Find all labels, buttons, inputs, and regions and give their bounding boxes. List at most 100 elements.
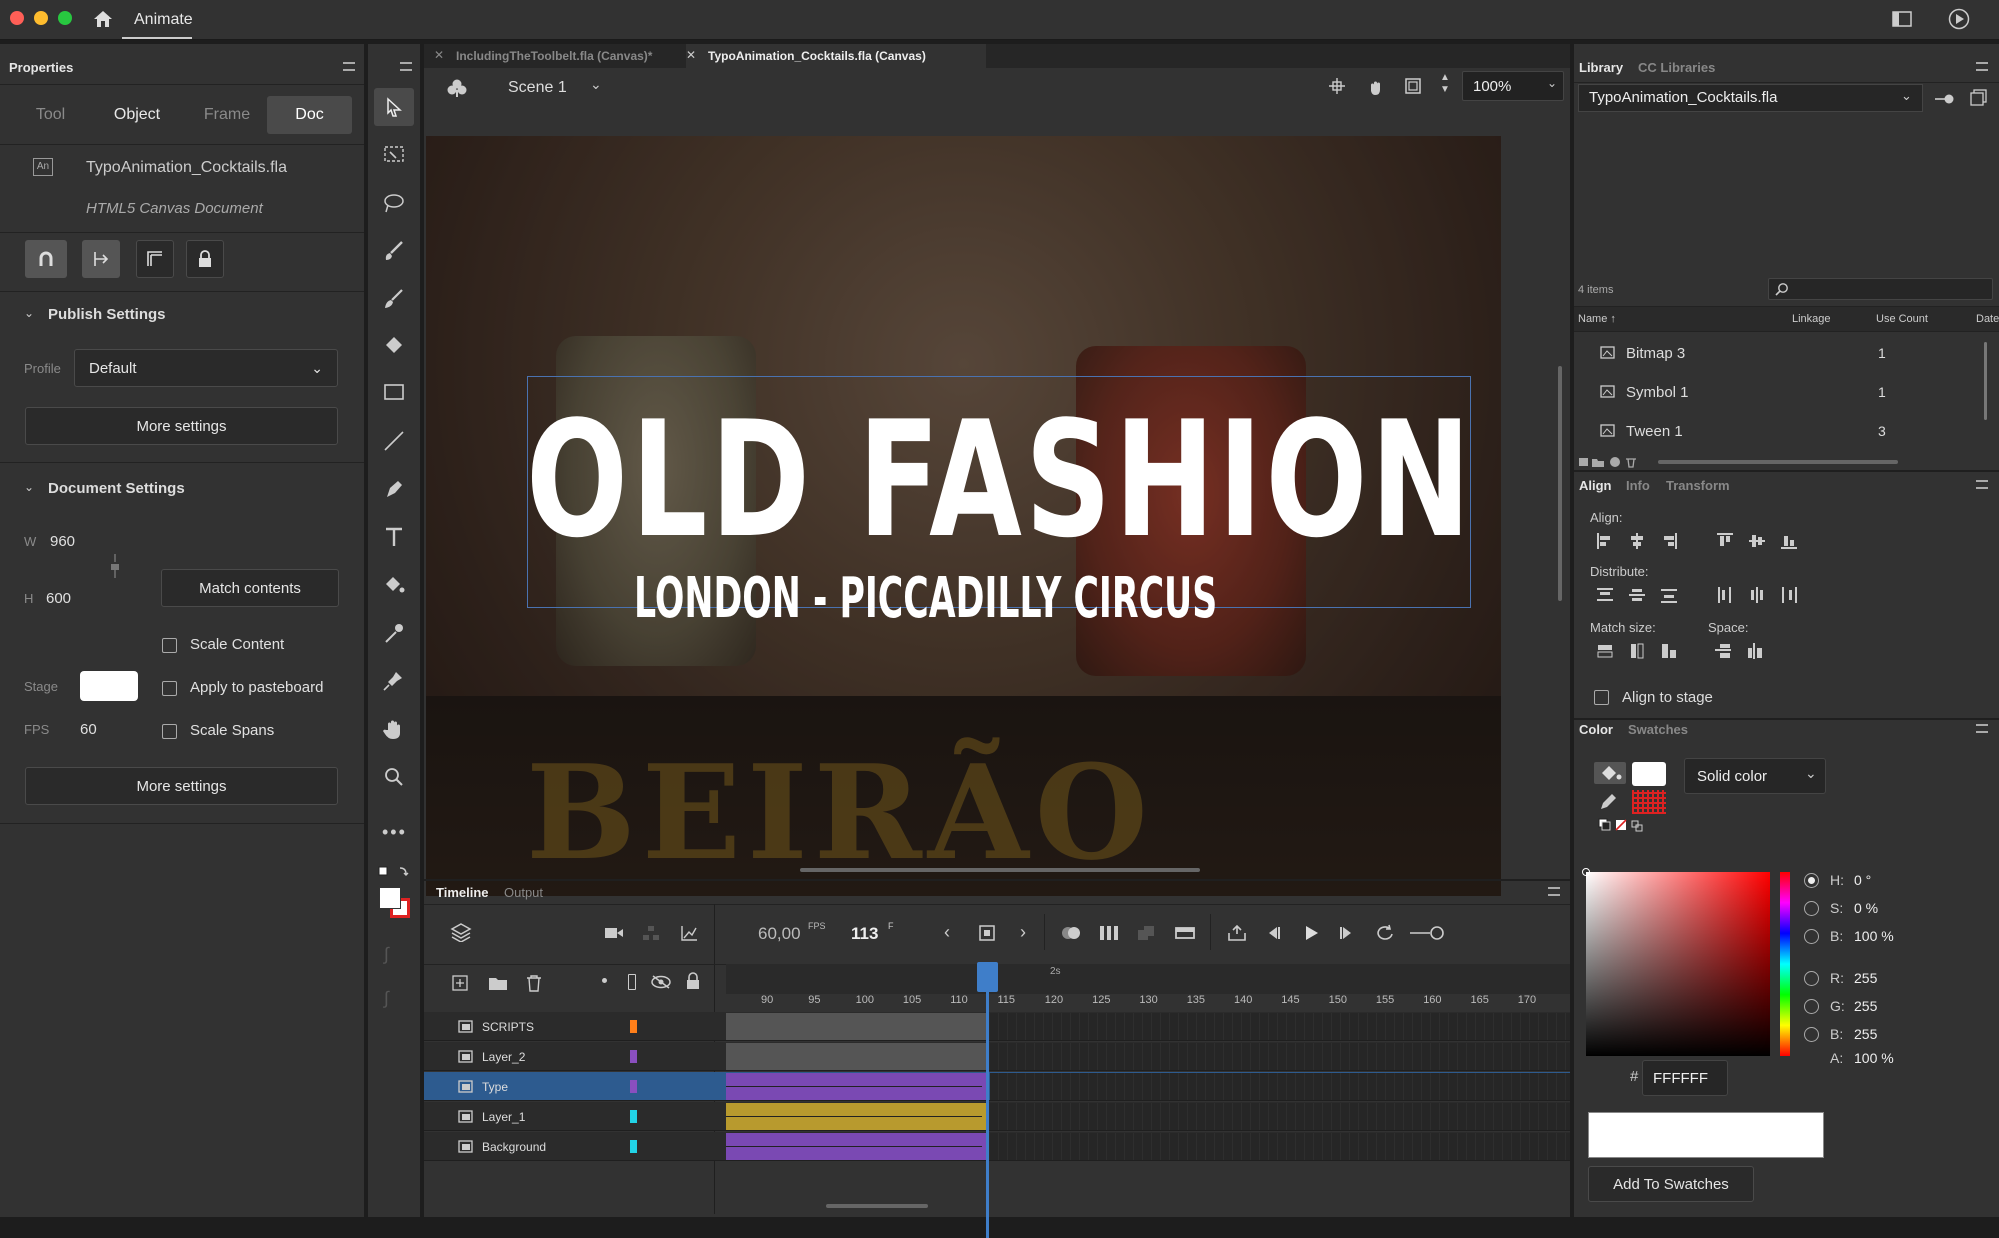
- library-hscrollbar[interactable]: [1658, 460, 1898, 464]
- panel-menu-icon[interactable]: [1976, 480, 1988, 489]
- layer-color-tag[interactable]: [630, 1110, 637, 1123]
- library-actions-icons[interactable]: [1578, 456, 1652, 471]
- layer-row[interactable]: SCRIPTS: [424, 1012, 1570, 1041]
- col-use-count[interactable]: Use Count: [1876, 313, 1928, 325]
- close-tab-icon[interactable]: ✕: [686, 48, 696, 62]
- align-hcenter-icon[interactable]: [1628, 532, 1646, 555]
- alpha-value[interactable]: 100 %: [1854, 1050, 1894, 1066]
- paint-bucket-tool-icon[interactable]: [382, 574, 406, 601]
- rotate-stage-icon[interactable]: [1366, 77, 1386, 102]
- tab-library[interactable]: Library: [1579, 60, 1623, 75]
- stage-color-swatch[interactable]: [80, 671, 138, 701]
- ruler-button[interactable]: [136, 240, 174, 278]
- new-folder-icon[interactable]: [488, 974, 508, 997]
- publish-more-settings-button[interactable]: More settings: [25, 407, 338, 445]
- color-mode-radio[interactable]: [1804, 999, 1819, 1014]
- layer-frames[interactable]: [726, 1043, 988, 1070]
- fps-display[interactable]: 60,00: [758, 924, 801, 944]
- layer-name[interactable]: Type: [482, 1080, 508, 1094]
- tab-transform[interactable]: Transform: [1666, 478, 1730, 493]
- layer-row[interactable]: Layer_1: [424, 1102, 1570, 1131]
- timeline-scrollbar[interactable]: [826, 1204, 928, 1208]
- tab-timeline[interactable]: Timeline: [436, 885, 489, 900]
- outline-icon[interactable]: [628, 974, 636, 990]
- align-right-icon[interactable]: [1660, 532, 1678, 555]
- space-horizontal-icon[interactable]: [1746, 642, 1764, 665]
- scene-icon[interactable]: [446, 78, 468, 103]
- horizontal-scrollbar[interactable]: [800, 868, 1200, 872]
- tab-object[interactable]: Object: [87, 96, 187, 134]
- play-icon[interactable]: [1302, 924, 1320, 947]
- library-item[interactable]: Tween 1 3: [1574, 412, 1979, 450]
- color-mode-radio[interactable]: [1804, 929, 1819, 944]
- minimize-window-button[interactable]: [34, 11, 48, 25]
- scene-name[interactable]: Scene 1: [508, 79, 567, 97]
- distribute-top-icon[interactable]: [1596, 586, 1614, 609]
- playhead-handle[interactable]: [977, 962, 998, 992]
- empty-frames[interactable]: [990, 1133, 1570, 1160]
- color-mode-radio[interactable]: [1804, 971, 1819, 986]
- title-text[interactable]: OLD FASHION: [526, 386, 1471, 573]
- color-channel-value[interactable]: 0 °: [1854, 872, 1871, 888]
- library-file-select[interactable]: TypoAnimation_Cocktails.fla ⌄: [1578, 84, 1923, 112]
- color-picker-field[interactable]: [1582, 868, 1770, 1056]
- tab-doc[interactable]: Doc: [267, 96, 352, 134]
- layer-row[interactable]: Background: [424, 1132, 1570, 1161]
- more-tools-icon[interactable]: •••: [382, 822, 407, 843]
- stroke-pencil-icon[interactable]: [1598, 792, 1618, 817]
- layer-frames[interactable]: [726, 1073, 988, 1100]
- layer-row[interactable]: Layer_2: [424, 1042, 1570, 1071]
- tab-output[interactable]: Output: [504, 885, 543, 900]
- smooth-icon[interactable]: ∫: [384, 944, 389, 965]
- library-item[interactable]: Symbol 1 1: [1574, 373, 1979, 411]
- step-back-icon[interactable]: [1264, 924, 1282, 947]
- fill-stroke-color-icon[interactable]: [378, 886, 412, 920]
- pin-library-icon[interactable]: [1934, 92, 1956, 110]
- color-type-select[interactable]: Solid color ⌄: [1684, 758, 1826, 794]
- empty-frames[interactable]: [990, 1043, 1570, 1070]
- empty-frames[interactable]: [990, 1073, 1570, 1100]
- snap-magnet-button[interactable]: [25, 240, 67, 278]
- document-settings-header[interactable]: Document Settings: [48, 480, 185, 497]
- panel-menu-icon[interactable]: [1548, 887, 1560, 896]
- edit-multiple-button[interactable]: [82, 240, 120, 278]
- step-forward-icon[interactable]: [1338, 924, 1356, 947]
- col-date[interactable]: Date: [1976, 313, 1999, 325]
- clip-stage-icon[interactable]: [1404, 77, 1422, 100]
- col-linkage[interactable]: Linkage: [1792, 313, 1831, 325]
- camera-icon[interactable]: [604, 926, 624, 945]
- layers-icon[interactable]: [450, 922, 472, 947]
- zoom-tool-icon[interactable]: [382, 766, 406, 793]
- panel-menu-icon[interactable]: [343, 62, 355, 71]
- chevron-down-icon[interactable]: ⌄: [24, 306, 34, 320]
- frame-ruler[interactable]: [726, 964, 1570, 994]
- panel-menu-icon[interactable]: [1976, 62, 1988, 71]
- distribute-left-icon[interactable]: [1716, 586, 1734, 609]
- lock-all-icon[interactable]: [686, 972, 700, 995]
- match-both-icon[interactable]: [1660, 642, 1678, 665]
- col-name[interactable]: Name ↑: [1578, 313, 1616, 325]
- hex-input[interactable]: FFFFFF: [1642, 1060, 1728, 1096]
- layer-frames[interactable]: [726, 1103, 988, 1130]
- align-top-icon[interactable]: [1716, 532, 1734, 555]
- paint-brush-tool-icon[interactable]: [382, 288, 406, 315]
- layer-name[interactable]: Layer_1: [482, 1110, 525, 1124]
- eraser-tool-icon[interactable]: [382, 334, 406, 361]
- match-width-icon[interactable]: [1596, 642, 1614, 665]
- layer-name[interactable]: SCRIPTS: [482, 1020, 534, 1034]
- color-mode-radio[interactable]: [1804, 873, 1819, 888]
- lasso-tool-icon[interactable]: [382, 192, 406, 219]
- link-dimensions-icon[interactable]: [108, 552, 122, 580]
- delete-layer-icon[interactable]: [526, 974, 542, 997]
- chevron-down-icon[interactable]: ⌄: [24, 480, 34, 494]
- prev-keyframe-icon[interactable]: ‹: [944, 922, 950, 943]
- selection-tool-icon[interactable]: [374, 88, 414, 126]
- library-item[interactable]: Bitmap 3 1: [1574, 334, 1979, 372]
- width-input[interactable]: 960: [50, 533, 75, 550]
- scale-spans-checkbox[interactable]: [162, 724, 177, 739]
- eyedropper-tool-icon[interactable]: [382, 622, 406, 649]
- edit-multiple-frames-icon[interactable]: [1098, 924, 1120, 947]
- tab-frame[interactable]: Frame: [187, 96, 267, 134]
- lock-button[interactable]: [186, 240, 224, 278]
- height-input[interactable]: 600: [46, 590, 71, 607]
